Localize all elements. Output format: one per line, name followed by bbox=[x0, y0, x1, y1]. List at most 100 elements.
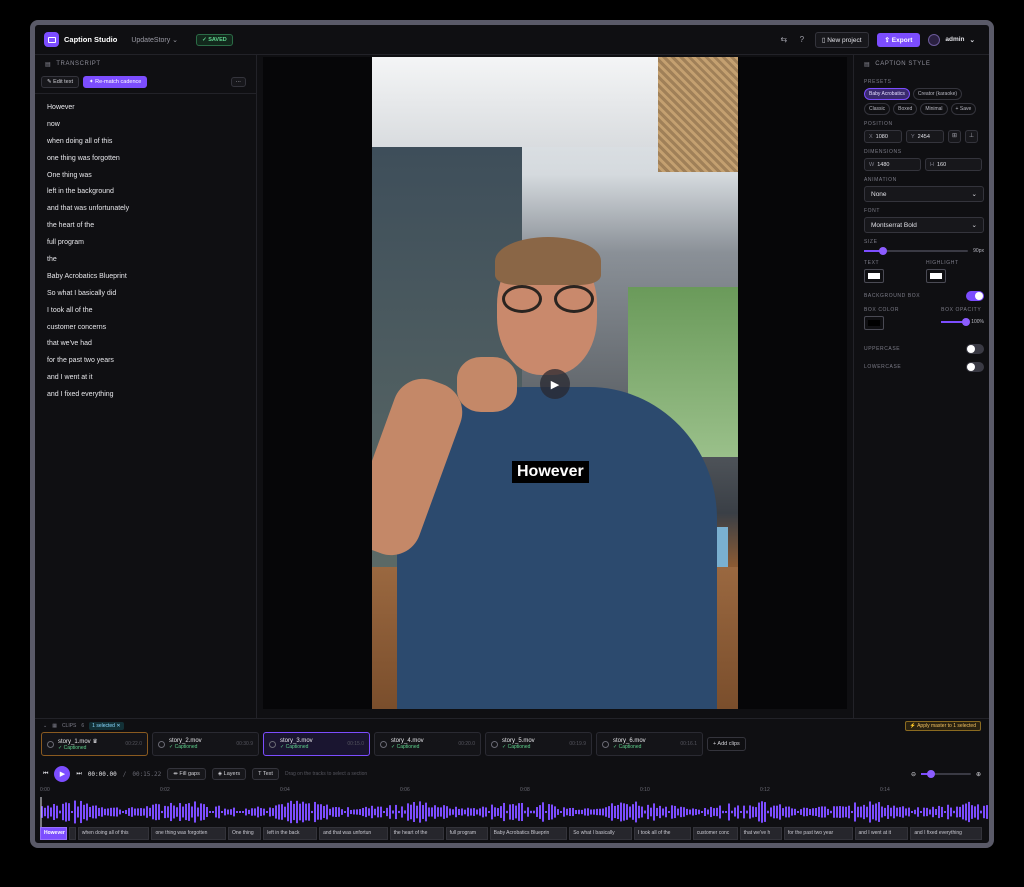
zoom-in-icon[interactable]: ⊕ bbox=[976, 771, 981, 778]
skip-forward-icon[interactable]: ⏭ bbox=[76, 771, 81, 778]
zoom-slider-handle[interactable] bbox=[926, 770, 935, 778]
clip-radio[interactable] bbox=[47, 740, 54, 748]
transcript-line[interactable]: and I went at it bbox=[47, 370, 244, 387]
animation-select[interactable]: None ⌄ bbox=[864, 186, 984, 202]
clip-radio[interactable] bbox=[380, 740, 387, 748]
transcript-line[interactable]: when doing all of this bbox=[47, 134, 244, 151]
caption-segment[interactable]: one thing was forgotten bbox=[151, 827, 227, 840]
height-field[interactable]: H 160 bbox=[925, 158, 982, 171]
caption-segment[interactable]: One thing bbox=[228, 827, 262, 840]
zoom-slider[interactable] bbox=[920, 770, 971, 778]
caption-segment[interactable]: when doing all of this bbox=[77, 827, 150, 840]
center-align-icon[interactable]: ⊞ bbox=[948, 130, 961, 143]
swap-icon[interactable]: ⇆ bbox=[779, 35, 789, 45]
caption-segment[interactable]: customer conc bbox=[692, 827, 738, 840]
preset-chip[interactable]: Boxed bbox=[893, 103, 918, 115]
caption-segment[interactable]: and I went at it bbox=[854, 827, 909, 840]
project-selector[interactable]: UpdateStory ⌄ bbox=[131, 36, 178, 44]
caption-segment[interactable]: and I fixed everything bbox=[910, 827, 982, 840]
zoom-out-icon[interactable]: ⊖ bbox=[911, 771, 916, 778]
transcript-line[interactable]: However bbox=[47, 100, 244, 117]
size-slider-handle[interactable] bbox=[878, 247, 887, 255]
video-frame[interactable]: ▶ However bbox=[372, 57, 738, 709]
selected-badge[interactable]: 1 selected ✕ bbox=[89, 721, 124, 730]
lowercase-toggle[interactable] bbox=[966, 362, 984, 372]
rematch-cadence-button[interactable]: ✦ Re-match cadence bbox=[83, 76, 148, 88]
background-box-toggle[interactable] bbox=[966, 291, 984, 301]
transcript-line[interactable]: the heart of the bbox=[47, 218, 244, 235]
add-clips-button[interactable]: + Add clips bbox=[707, 737, 746, 751]
preset-chip[interactable]: Classic bbox=[864, 103, 891, 115]
font-select[interactable]: Montserrat Bold ⌄ bbox=[864, 217, 984, 233]
transcript-line[interactable]: one thing was forgotten bbox=[47, 151, 244, 168]
position-x-field[interactable]: X 1080 bbox=[864, 130, 902, 143]
more-options-button[interactable]: ··· bbox=[230, 77, 246, 87]
preset-chip[interactable]: Baby Acrobatics bbox=[864, 88, 910, 100]
timeline-ruler[interactable]: 0:00 0:02 0:04 0:06 0:08 0:10 0:12 0:14 bbox=[35, 785, 989, 797]
uppercase-toggle[interactable] bbox=[966, 344, 984, 354]
transcript-line[interactable]: for the past two years bbox=[47, 353, 244, 370]
box-opacity-handle[interactable] bbox=[962, 318, 971, 326]
caption-segment[interactable] bbox=[69, 827, 76, 840]
preset-chip[interactable]: Creator (karaoke) bbox=[912, 88, 963, 100]
export-button[interactable]: ⇪ Export bbox=[876, 32, 921, 47]
transcript-line[interactable]: and that was unfortunately bbox=[47, 201, 244, 218]
clip-card[interactable]: story_1.mov ♛ ✓ Captioned 00:22.0 bbox=[41, 732, 148, 756]
highlight-color-swatch[interactable] bbox=[926, 269, 946, 283]
clip-radio[interactable] bbox=[602, 740, 609, 748]
edit-text-button[interactable]: ✎ Edit text bbox=[41, 76, 80, 88]
user-menu[interactable]: admin ⌄ bbox=[928, 33, 975, 46]
caption-track[interactable]: However when doing all of this one thing w… bbox=[35, 827, 989, 841]
clip-radio[interactable] bbox=[269, 740, 276, 748]
preset-chip[interactable]: + Save bbox=[950, 103, 977, 115]
transcript-line[interactable]: left in the background bbox=[47, 184, 244, 201]
help-icon[interactable]: ? bbox=[797, 35, 807, 45]
caption-segment[interactable]: I took all of the bbox=[633, 827, 691, 840]
transcript-line[interactable]: One thing was bbox=[47, 168, 244, 185]
audio-waveform[interactable] bbox=[35, 797, 989, 827]
caption-preview[interactable]: However bbox=[512, 461, 589, 483]
clip-card[interactable]: story_5.mov ✓ Captioned 00:19.9 bbox=[485, 732, 592, 756]
transcript-line[interactable]: full program bbox=[47, 235, 244, 252]
clip-card[interactable]: story_6.mov ✓ Captioned 00:16.1 bbox=[596, 732, 703, 756]
caption-segment[interactable]: and that was unfortun bbox=[319, 827, 388, 840]
caption-segment[interactable]: for the past two year bbox=[783, 827, 853, 840]
transcript-line[interactable]: So what I basically did bbox=[47, 286, 244, 303]
caption-segment[interactable]: full program bbox=[445, 827, 488, 840]
width-field[interactable]: W 1480 bbox=[864, 158, 921, 171]
apply-master-button[interactable]: ⚡ Apply master to 1 selected bbox=[904, 720, 981, 731]
transcript-line[interactable]: and I fixed everything bbox=[47, 387, 244, 404]
transcript-line[interactable]: now bbox=[47, 117, 244, 134]
text-button[interactable]: T Text bbox=[252, 768, 279, 780]
new-project-button[interactable]: ▯ New project bbox=[814, 31, 869, 48]
size-slider[interactable] bbox=[864, 247, 969, 255]
caption-segment[interactable]: Baby Acrobatics Blueprin bbox=[489, 827, 568, 840]
box-color-swatch[interactable] bbox=[864, 316, 884, 330]
transcript-line[interactable]: customer concerns bbox=[47, 320, 244, 337]
play-overlay-button[interactable]: ▶ bbox=[540, 369, 570, 399]
transcript-line[interactable]: I took all of the bbox=[47, 303, 244, 320]
box-opacity-slider[interactable] bbox=[941, 318, 971, 326]
text-color-swatch[interactable] bbox=[864, 269, 884, 283]
clip-card[interactable]: story_3.mov ✓ Captioned 00:15.0 bbox=[263, 732, 370, 756]
caption-segment[interactable]: So what I basically bbox=[569, 827, 632, 840]
bottom-align-icon[interactable]: ⊥ bbox=[965, 130, 978, 143]
transcript-line[interactable]: Baby Acrobatics Blueprint bbox=[47, 269, 244, 286]
clip-card[interactable]: story_4.mov ✓ Captioned 00:20.0 bbox=[374, 732, 481, 756]
skip-back-icon[interactable]: ⏮ bbox=[43, 771, 48, 778]
layers-button[interactable]: ◈ Layers bbox=[211, 768, 247, 780]
caption-segment[interactable]: that we've h bbox=[739, 827, 782, 840]
collapse-icon[interactable]: ⌄ bbox=[43, 723, 47, 729]
position-y-field[interactable]: Y 2454 bbox=[906, 130, 944, 143]
transcript-line[interactable]: the bbox=[47, 252, 244, 269]
play-button[interactable]: ▶ bbox=[54, 766, 71, 782]
clip-radio[interactable] bbox=[158, 740, 165, 748]
fill-gaps-button[interactable]: ⇹ Fill gaps bbox=[167, 768, 206, 780]
transcript-line[interactable]: that we've had bbox=[47, 336, 244, 353]
clip-radio[interactable] bbox=[491, 740, 498, 748]
preset-chip[interactable]: Minimal bbox=[920, 103, 948, 115]
clip-card[interactable]: story_2.mov ✓ Captioned 00:30.9 bbox=[152, 732, 259, 756]
caption-segment[interactable]: left in the back bbox=[263, 827, 318, 840]
caption-segment[interactable]: However bbox=[40, 827, 68, 840]
caption-segment[interactable]: the heart of the bbox=[389, 827, 444, 840]
